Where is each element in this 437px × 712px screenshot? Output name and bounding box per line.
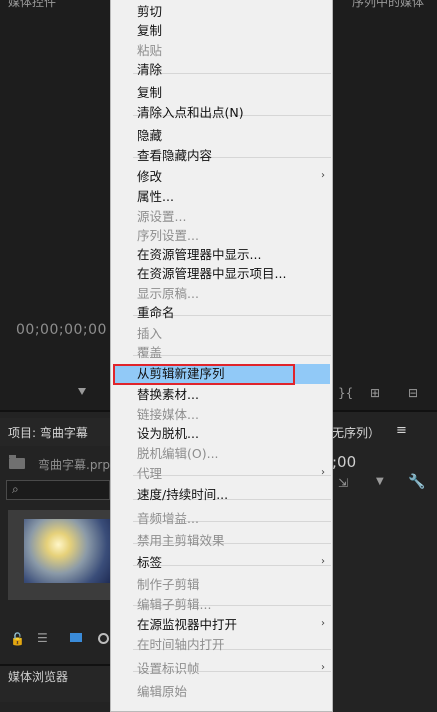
panel-menu-icon[interactable]: ≡ <box>396 423 407 438</box>
menu-item[interactable]: 查看隐藏内容 <box>137 146 212 166</box>
submenu-arrow-icon: › <box>321 662 325 673</box>
menu-item[interactable]: 替换素材... <box>137 385 199 405</box>
menu-item[interactable]: 在资源管理器中显示项目... <box>137 264 286 284</box>
sequence-timecode[interactable]: ;00 <box>332 453 356 471</box>
freeform-view-icon[interactable] <box>98 633 109 644</box>
menu-item[interactable]: 设为脱机... <box>137 424 199 444</box>
menu-item: 音频增益... <box>137 511 199 526</box>
bracket-icon[interactable]: }{ <box>338 386 353 400</box>
menu-item[interactable]: 复制 <box>137 21 162 41</box>
menu-item[interactable]: 复制 <box>137 83 162 103</box>
menu-item: 源设置... <box>137 209 187 224</box>
icon-view-icon[interactable] <box>70 633 82 642</box>
menu-item: 编辑子剪辑... <box>137 597 212 612</box>
menu-separator <box>133 475 331 476</box>
menu-separator <box>133 565 331 566</box>
program-monitor-right <box>333 0 437 410</box>
sequence-panel-title[interactable]: 无序列） <box>332 424 380 441</box>
project-file-name[interactable]: 弯曲字幕.prp <box>38 456 110 473</box>
snap-icon[interactable]: ⇲ <box>338 476 348 490</box>
menu-separator <box>133 355 331 356</box>
menu-item: 插入 <box>137 326 163 341</box>
search-input[interactable] <box>6 480 110 500</box>
menu-item[interactable]: 在源监视器中打开 <box>137 615 237 635</box>
context-menu: 剪切 复制 粘贴 清除 复制 清除入点和出点(N) 隐藏 查看隐藏内容 修改 › 属性... 源设置.… <box>110 0 333 712</box>
menu-item: 脱机编辑(O)... <box>137 446 219 461</box>
submenu-arrow-icon: › <box>321 556 325 567</box>
menu-item[interactable]: 清除 <box>137 60 162 80</box>
menu-item: 禁用主剪辑效果 <box>137 533 225 548</box>
menu-item: 制作子剪辑 <box>137 577 200 592</box>
menu-item[interactable]: 修改 <box>137 167 162 187</box>
menu-item: 粘贴 <box>137 43 163 58</box>
folder-icon <box>9 455 25 469</box>
overlay-icon[interactable]: ⊟ <box>408 386 418 400</box>
menu-item[interactable]: 标签 <box>137 553 162 573</box>
menu-item[interactable]: 清除入点和出点(N) <box>137 103 244 123</box>
submenu-arrow-icon: › <box>321 618 325 629</box>
media-browser-title[interactable]: 媒体浏览器 <box>8 668 68 685</box>
menu-item[interactable]: 隐藏 <box>137 126 162 146</box>
menu-item: 覆盖 <box>137 345 163 360</box>
menu-item: 在时间轴内打开 <box>137 637 225 652</box>
menu-item[interactable]: 速度/持续时间... <box>137 485 228 505</box>
insert-icon[interactable]: ⊞ <box>370 386 380 400</box>
submenu-arrow-icon: › <box>321 170 325 181</box>
submenu-arrow-icon: › <box>321 467 325 478</box>
timecode-display[interactable]: 00;00;00;00 <box>16 322 107 338</box>
menu-item: 序列设置... <box>137 228 199 243</box>
menu-item: 显示原稿... <box>137 286 199 301</box>
lock-icon[interactable]: 🔓 <box>10 632 25 646</box>
marker-icon[interactable]: ▼ <box>376 476 384 487</box>
menu-item: 设置标识帧 <box>137 661 200 676</box>
menu-item[interactable]: 重命名 <box>137 303 175 323</box>
list-view-icon[interactable]: ☰ <box>37 631 48 645</box>
playhead-marker-icon[interactable] <box>78 388 86 395</box>
menu-separator <box>133 73 331 74</box>
project-panel-title[interactable]: 项目: 弯曲字幕 <box>8 424 88 441</box>
wrench-icon[interactable]: 🔧 <box>408 474 425 490</box>
menu-item: 编辑原始 <box>137 684 188 699</box>
sequence-media-label: 序列中的媒体 <box>352 0 425 9</box>
menu-item[interactable]: 在资源管理器中显示... <box>137 245 261 265</box>
menu-item: 链接媒体... <box>137 407 199 422</box>
menu-item: 代理 <box>137 466 163 481</box>
media-controls-label: 媒体控件 <box>8 0 57 9</box>
menu-item[interactable]: 从剪辑新建序列 <box>137 364 225 384</box>
menu-item[interactable]: 属性... <box>137 187 174 207</box>
menu-item[interactable]: 剪切 <box>137 2 162 22</box>
program-monitor-left <box>0 0 110 410</box>
clip-thumbnail[interactable] <box>24 519 110 583</box>
search-icon: ⌕ <box>12 482 19 496</box>
